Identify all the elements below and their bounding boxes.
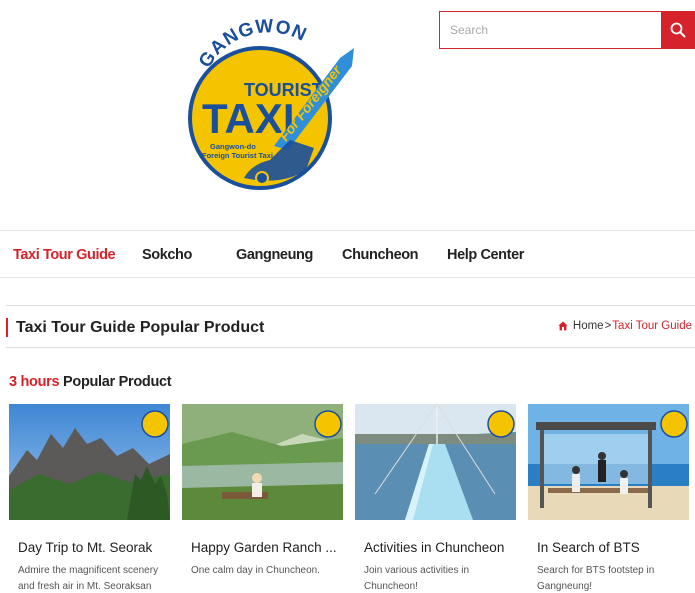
product-desc: One calm day in Chuncheon. bbox=[191, 565, 320, 576]
search-icon bbox=[670, 22, 685, 38]
section-title: 3 hours Popular Product bbox=[9, 374, 172, 390]
site-logo[interactable]: GANGWON TOURIST TAXI For Foreigner Gangw… bbox=[182, 18, 358, 190]
page-header: Taxi Tour Guide Popular Product Home > T… bbox=[6, 305, 695, 348]
logo-sub1: Gangwon-do bbox=[210, 142, 256, 151]
section-title-rest: Popular Product bbox=[59, 374, 172, 390]
nav-gangneung[interactable]: Gangneung bbox=[236, 231, 313, 279]
product-card[interactable]: Happy Garden Ranch ... One calm day in C… bbox=[182, 404, 343, 579]
product-desc: Admire the magnificent scenery and fresh… bbox=[18, 565, 159, 592]
nav-taxi-tour-guide[interactable]: Taxi Tour Guide bbox=[13, 231, 116, 279]
nav-chuncheon[interactable]: Chuncheon bbox=[342, 231, 419, 279]
product-desc: Search for BTS footstep in Gangneung! bbox=[537, 565, 655, 592]
nav-sokcho[interactable]: Sokcho bbox=[142, 231, 192, 279]
section-title-accent: 3 hours bbox=[9, 374, 60, 390]
product-image-seorak[interactable] bbox=[9, 404, 170, 520]
product-title[interactable]: In Search of BTS bbox=[528, 540, 689, 555]
product-image-chuncheon[interactable] bbox=[355, 404, 516, 520]
product-desc: Join various activities in Chuncheon! bbox=[364, 565, 470, 592]
product-image-bts[interactable] bbox=[528, 404, 689, 520]
search-box bbox=[439, 11, 695, 49]
breadcrumb-separator: > bbox=[604, 320, 612, 332]
logo-sub2: Foreign Tourist Taxi bbox=[202, 151, 273, 160]
product-card[interactable]: In Search of BTS Search for BTS footstep… bbox=[528, 404, 689, 593]
search-input[interactable] bbox=[440, 12, 661, 48]
nav-help-center[interactable]: Help Center bbox=[447, 231, 524, 279]
breadcrumb-current: Taxi Tour Guide bbox=[612, 320, 692, 332]
product-card[interactable]: Activities in Chuncheon Join various act… bbox=[355, 404, 516, 593]
product-title[interactable]: Day Trip to Mt. Seorak bbox=[9, 540, 170, 555]
product-image-ranch[interactable] bbox=[182, 404, 343, 520]
search-button[interactable] bbox=[661, 12, 694, 48]
home-icon[interactable] bbox=[558, 321, 568, 331]
product-title[interactable]: Activities in Chuncheon bbox=[355, 540, 516, 555]
product-title[interactable]: Happy Garden Ranch ... bbox=[182, 540, 343, 555]
breadcrumb: Home > Taxi Tour Guide bbox=[558, 320, 692, 332]
breadcrumb-home[interactable]: Home bbox=[573, 320, 604, 332]
page-title: Taxi Tour Guide Popular Product bbox=[6, 318, 264, 337]
product-card[interactable]: Day Trip to Mt. Seorak Admire the magnif… bbox=[9, 404, 170, 593]
main-nav: Taxi Tour Guide Sokcho Gangneung Chunche… bbox=[0, 230, 695, 278]
